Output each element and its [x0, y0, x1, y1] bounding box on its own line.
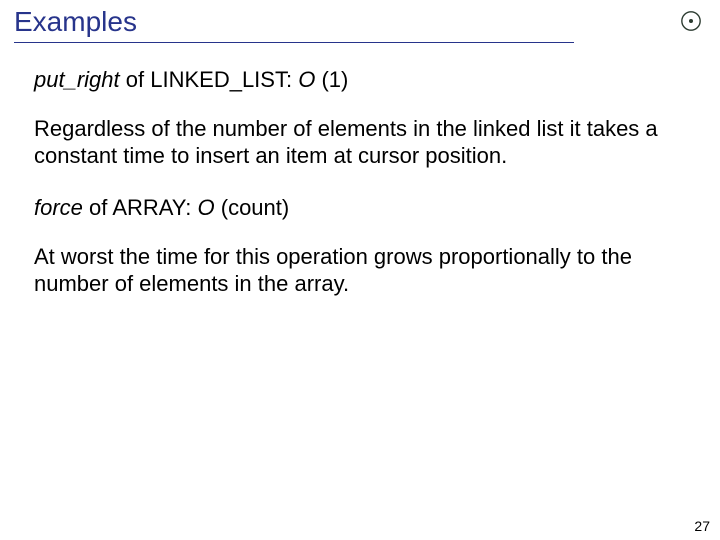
explanation-2: At worst the time for this operation gro… — [34, 244, 686, 298]
op-text-2: of ARRAY: — [83, 195, 198, 220]
op-name-1: put_right — [34, 67, 120, 92]
explanation-1: Regardless of the number of elements in … — [34, 116, 686, 170]
logo-icon — [680, 10, 702, 32]
big-o-2: O — [198, 195, 215, 220]
op-text-1: of LINKED_LIST: — [120, 67, 299, 92]
big-o-1: O — [298, 67, 315, 92]
slide-body: put_right of LINKED_LIST: O (1) Regardle… — [0, 43, 720, 298]
op-name-2: force — [34, 195, 83, 220]
slide-title: Examples — [14, 6, 706, 40]
big-o-arg-1: (1) — [315, 67, 348, 92]
big-o-arg-2: (count) — [215, 195, 290, 220]
page-number: 27 — [694, 518, 710, 534]
example-line-1: put_right of LINKED_LIST: O (1) — [34, 67, 686, 94]
example-line-2: force of ARRAY: O (count) — [34, 195, 686, 222]
